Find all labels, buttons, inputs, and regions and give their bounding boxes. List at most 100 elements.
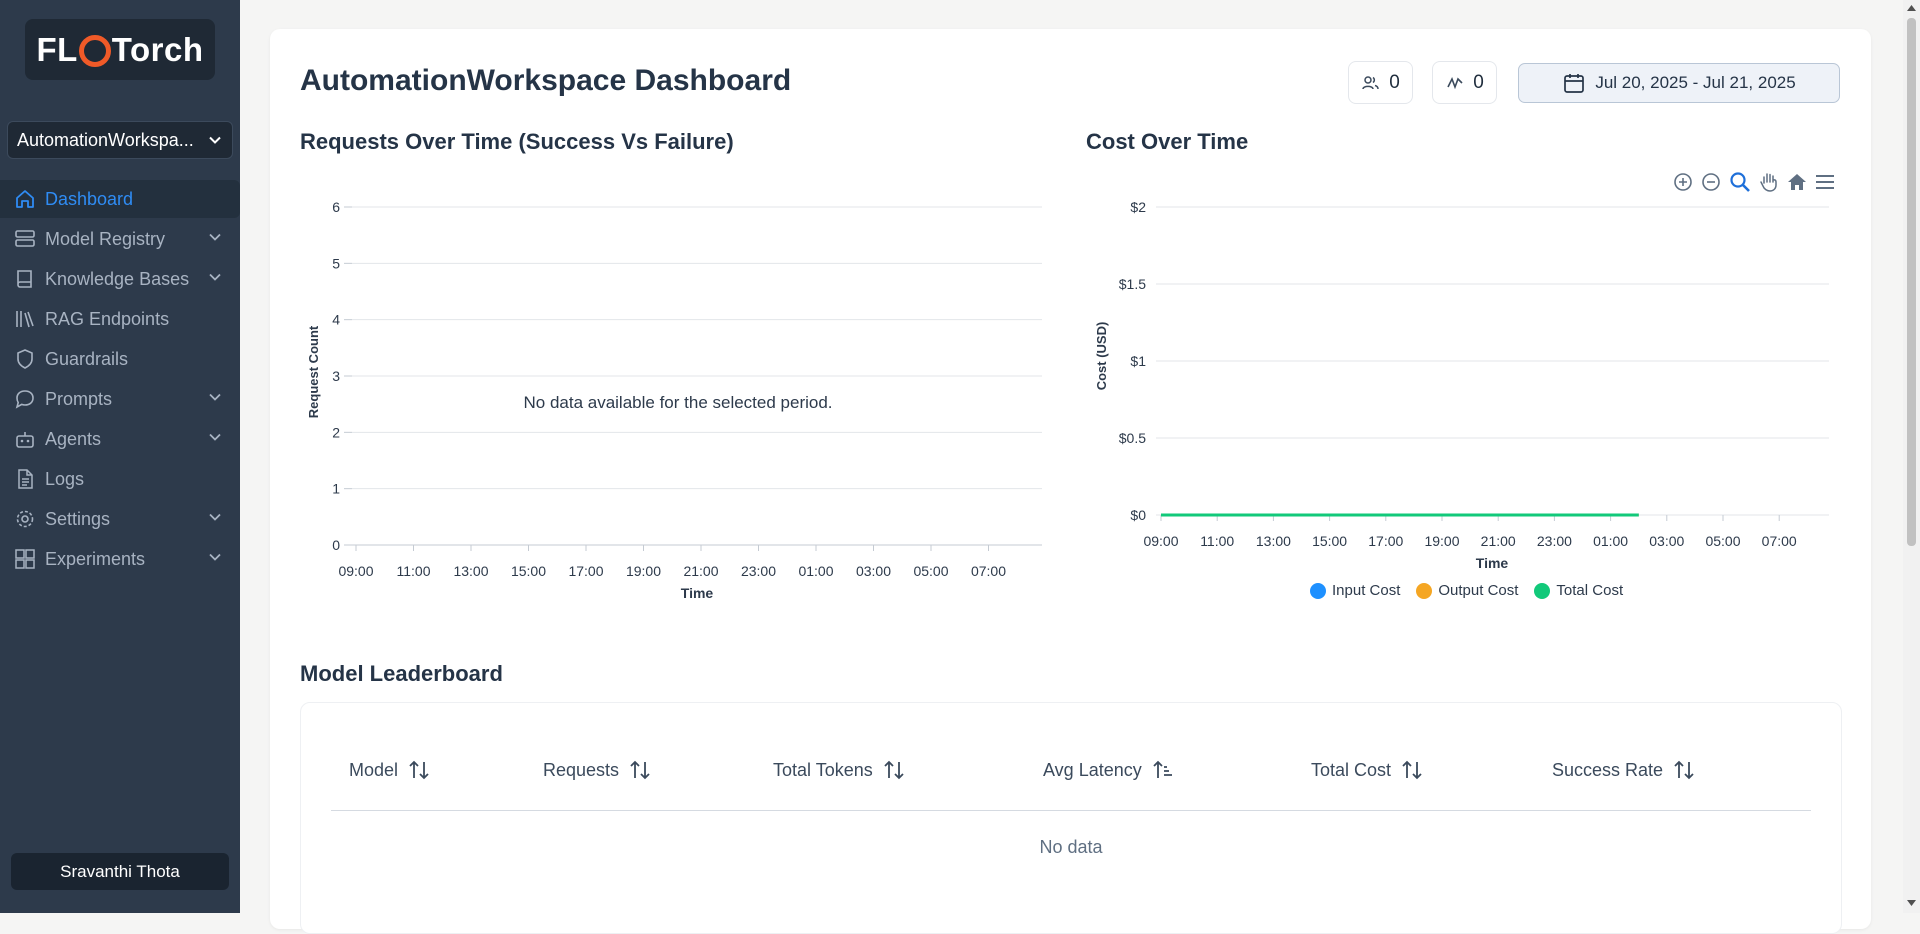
x-tick-label: 09:00 (338, 563, 373, 579)
x-tick-label: 21:00 (1481, 533, 1516, 549)
chevron-down-icon (209, 273, 221, 281)
x-tick-label: 21:00 (683, 563, 718, 579)
x-tick-label: 09:00 (1143, 533, 1178, 549)
cost-chart-legend: Input Cost Output Cost Total Cost (1310, 582, 1623, 599)
sidebar-item-label: Prompts (45, 388, 113, 409)
y-tick-label: $2 (1130, 199, 1146, 215)
x-tick-label: 19:00 (626, 563, 661, 579)
workspace-select[interactable]: AutomationWorkspa... (7, 121, 233, 159)
users-count-badge[interactable]: 0 (1348, 61, 1413, 104)
sidebar-item-label: Logs (45, 468, 85, 489)
sidebar-item-label: Knowledge Bases (45, 268, 190, 289)
book-icon (12, 268, 38, 290)
empty-chart-message: No data available for the selected perio… (523, 393, 832, 412)
chevron-down-icon (209, 433, 221, 441)
shield-icon (12, 348, 38, 370)
models-count-badge[interactable]: 0 (1432, 61, 1497, 104)
x-tick-label: 07:00 (1762, 533, 1797, 549)
column-header-total-cost[interactable]: Total Cost (1311, 758, 1423, 782)
sidebar-item-model-registry[interactable]: Model Registry (0, 220, 240, 258)
column-header-label: Avg Latency (1043, 759, 1142, 780)
users-icon (1362, 75, 1379, 89)
y-tick-label: 5 (332, 255, 340, 271)
y-tick-label: $0.5 (1119, 430, 1146, 446)
scroll-down-arrow-icon[interactable] (1906, 898, 1917, 908)
legend-item-output-cost[interactable]: Output Cost (1416, 582, 1518, 599)
x-axis-label: Time (681, 585, 714, 601)
column-header-success-rate[interactable]: Success Rate (1552, 758, 1695, 782)
leaderboard-table: Model Requests Total Tokens Avg Latency … (300, 702, 1842, 934)
x-tick-label: 19:00 (1424, 533, 1459, 549)
flotorch-logo[interactable]: FL Torch (25, 19, 215, 80)
sidebar-item-label: Model Registry (45, 228, 166, 249)
activity-icon (1447, 76, 1463, 89)
sort-icon (409, 760, 429, 780)
legend-dot (1310, 582, 1326, 599)
scroll-up-arrow-icon[interactable] (1906, 3, 1917, 13)
sidebar-item-knowledge-bases[interactable]: Knowledge Bases (0, 260, 240, 298)
cost-chart-heading: Cost Over Time (1086, 129, 1249, 154)
server-icon (12, 228, 38, 250)
x-tick-label: 13:00 (453, 563, 488, 579)
chevron-down-icon (209, 136, 221, 144)
date-range-picker[interactable]: Jul 20, 2025 - Jul 21, 2025 (1518, 63, 1840, 103)
column-header-label: Requests (543, 759, 620, 780)
x-tick-label: 03:00 (1649, 533, 1684, 549)
scrollbar-thumb[interactable] (1907, 18, 1916, 546)
table-empty-message: No data (1039, 837, 1103, 857)
user-menu-button[interactable]: Sravanthi Thota (11, 853, 229, 890)
requests-chart: 0 1 2 3 4 5 6 09:00 11:00 13:00 15:00 17:00 19:00 21:… (306, 199, 1042, 601)
y-axis-label: Cost (USD) (1094, 322, 1109, 391)
y-tick-label: 3 (332, 368, 340, 384)
page-title: AutomationWorkspace Dashboard (300, 64, 792, 97)
sidebar-item-experiments[interactable]: Experiments (0, 540, 240, 578)
sidebar-item-dashboard[interactable]: Dashboard (0, 180, 240, 218)
legend-item-input-cost[interactable]: Input Cost (1310, 582, 1400, 599)
x-tick-label: 05:00 (1705, 533, 1740, 549)
column-header-model[interactable]: Model (349, 758, 430, 782)
sidebar-item-agents[interactable]: Agents (0, 420, 240, 458)
x-tick-label: 15:00 (511, 563, 546, 579)
x-tick-label: 01:00 (798, 563, 833, 579)
file-text-icon (12, 468, 38, 490)
x-tick-label: 11:00 (1200, 533, 1234, 549)
logo-ring-icon (78, 34, 111, 67)
column-header-label: Total Tokens (773, 759, 873, 780)
users-count: 0 (1389, 71, 1400, 93)
column-header-total-tokens[interactable]: Total Tokens (773, 758, 905, 782)
sidebar: FL Torch AutomationWorkspa... Dashboard M… (0, 0, 240, 913)
requests-chart-heading: Requests Over Time (Success Vs Failure) (300, 129, 734, 154)
robot-icon (12, 428, 38, 450)
legend-dot (1416, 582, 1433, 599)
x-tick-label: 11:00 (397, 563, 431, 579)
library-icon (12, 308, 38, 330)
column-header-avg-latency[interactable]: Avg Latency (1043, 758, 1174, 782)
chevron-down-icon (209, 553, 221, 561)
sidebar-item-settings[interactable]: Settings (0, 500, 240, 538)
x-tick-label: 01:00 (1593, 533, 1628, 549)
cost-chart: $0 $0.5 $1 $1.5 $2 09:00 11:00 13:00 15:00 17:00 1… (1094, 199, 1829, 571)
x-tick-label: 23:00 (741, 563, 776, 579)
calendar-icon (1564, 74, 1585, 93)
legend-item-total-cost[interactable]: Total Cost (1534, 582, 1623, 599)
page-scrollbar[interactable] (1903, 0, 1920, 913)
sidebar-item-prompts[interactable]: Prompts (0, 380, 240, 418)
legend-label: Output Cost (1438, 582, 1519, 599)
chat-bubble-icon (12, 388, 38, 410)
x-tick-label: 03:00 (856, 563, 891, 579)
sidebar-item-rag-endpoints[interactable]: RAG Endpoints (0, 300, 240, 338)
chevron-down-icon (209, 393, 221, 401)
legend-label: Total Cost (1556, 582, 1624, 599)
grid-icon (12, 548, 38, 570)
y-tick-label: 4 (332, 312, 340, 328)
sidebar-item-logs[interactable]: Logs (0, 460, 240, 498)
workspace-select-label: AutomationWorkspa... (17, 129, 194, 150)
sidebar-item-guardrails[interactable]: Guardrails (0, 340, 240, 378)
column-header-requests[interactable]: Requests (543, 758, 651, 782)
y-tick-label: 1 (332, 481, 340, 497)
sidebar-item-label: Settings (45, 508, 111, 529)
chevron-down-icon (209, 233, 221, 241)
sort-ascending-icon (1153, 760, 1172, 778)
x-tick-label: 23:00 (1537, 533, 1572, 549)
y-tick-label: 6 (332, 199, 340, 215)
